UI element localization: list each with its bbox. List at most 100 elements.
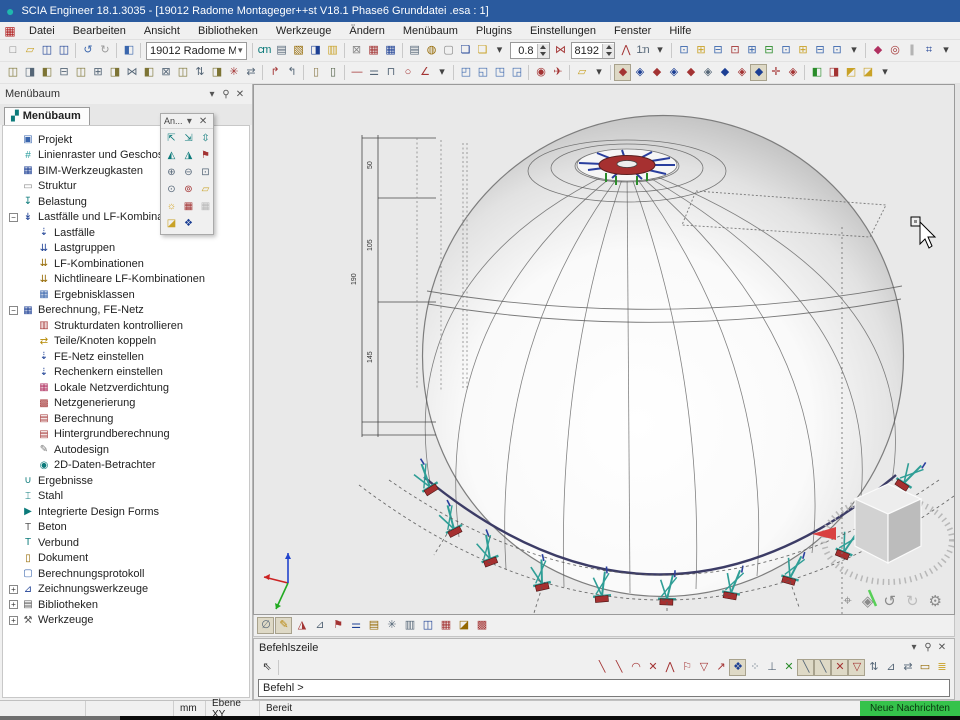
- snap-icon[interactable]: ↗: [712, 659, 729, 676]
- delete-icon[interactable]: ⊠: [348, 42, 365, 59]
- tree-expander[interactable]: [25, 337, 34, 346]
- tree-item[interactable]: ◉ 2D-Daten-Betrachter: [25, 458, 249, 474]
- toolbar-icon[interactable]: ◨: [825, 64, 842, 81]
- paste-icon[interactable]: ▥: [324, 42, 341, 59]
- tree-item[interactable]: ▶ Integrierte Design Forms: [9, 504, 249, 520]
- snap-icon[interactable]: ▽: [695, 659, 712, 676]
- menu-item[interactable]: Ändern: [340, 22, 393, 40]
- toolbar-icon[interactable]: ◪: [859, 64, 876, 81]
- snap-icon[interactable]: ╲: [814, 659, 831, 676]
- toolbar-icon[interactable]: ⊟: [760, 42, 777, 59]
- image-icon[interactable]: ▦: [180, 199, 196, 215]
- spin-up[interactable]: [603, 44, 614, 51]
- tree-item[interactable]: + ⊿ Zeichnungswerkzeuge: [9, 582, 249, 598]
- tree-expander[interactable]: [25, 321, 34, 330]
- copy-icon[interactable]: ◨: [307, 42, 324, 59]
- snap-icon[interactable]: ╲: [593, 659, 610, 676]
- more-dropdown-icon[interactable]: ▾: [876, 64, 893, 81]
- view-x-icon[interactable]: ⇱: [163, 131, 179, 147]
- toolbar-icon[interactable]: ⊟: [811, 42, 828, 59]
- viewport-tool-icon[interactable]: ◫: [419, 617, 436, 634]
- more-dropdown-icon[interactable]: ▾: [651, 42, 668, 59]
- toolbar-icon[interactable]: ⋈: [123, 64, 140, 81]
- tree-expander[interactable]: −: [9, 213, 18, 222]
- toolbar-icon[interactable]: ▯: [307, 64, 324, 81]
- toolbar-icon[interactable]: ▯: [324, 64, 341, 81]
- pin-icon[interactable]: ⚲: [921, 642, 935, 653]
- scale-icon[interactable]: 1:n: [634, 42, 651, 59]
- viewport-tool-icon[interactable]: ▦: [437, 617, 454, 634]
- snap-icon[interactable]: ✕: [780, 659, 797, 676]
- toolbar-icon[interactable]: ◆: [869, 42, 886, 59]
- close-icon[interactable]: ✕: [233, 89, 247, 100]
- tree-item[interactable]: ⇣ Rechenkern einstellen: [25, 365, 249, 381]
- save-all-icon[interactable]: ◫: [38, 42, 55, 59]
- toolbar-icon[interactable]: ◨: [106, 64, 123, 81]
- new-messages-button[interactable]: Neue Nachrichten: [860, 701, 960, 716]
- viewport-tool-icon[interactable]: ⚑: [329, 617, 346, 634]
- toolbar-icon[interactable]: ◆: [648, 64, 665, 81]
- toolbar-icon[interactable]: ⊞: [89, 64, 106, 81]
- tree-expander[interactable]: [25, 275, 34, 284]
- more-dropdown-icon[interactable]: ▾: [433, 64, 450, 81]
- tree-item[interactable]: ▥ Strukturdaten kontrollieren: [25, 318, 249, 334]
- document-icon[interactable]: ▢: [440, 42, 457, 59]
- pin-icon[interactable]: ⚲: [219, 89, 233, 100]
- view-iso2-icon[interactable]: ◮: [180, 148, 196, 164]
- print-icon[interactable]: ▤: [273, 42, 290, 59]
- snap-icon[interactable]: ⊥: [763, 659, 780, 676]
- image-gray-icon[interactable]: ▦: [197, 199, 213, 215]
- tree-expander[interactable]: +: [9, 585, 18, 594]
- table-results-icon[interactable]: ▦: [382, 42, 399, 59]
- tree-expander[interactable]: [25, 430, 34, 439]
- save-icon[interactable]: ◫: [55, 42, 72, 59]
- open-file-icon[interactable]: ▱: [21, 42, 38, 59]
- undo-icon[interactable]: ↺: [79, 42, 96, 59]
- toolbar-icon[interactable]: ⚌: [365, 64, 382, 81]
- toolbar-icon[interactable]: ◨: [208, 64, 225, 81]
- tree-expander[interactable]: [25, 461, 34, 470]
- tree-expander[interactable]: [9, 135, 18, 144]
- mesh-spinner[interactable]: 8192: [571, 42, 615, 59]
- snap-icon[interactable]: ≣: [933, 659, 950, 676]
- tree-expander[interactable]: [25, 259, 34, 268]
- mesh-refine-icon[interactable]: ⋀: [617, 42, 634, 59]
- tree-expander[interactable]: [25, 445, 34, 454]
- toolbar-icon[interactable]: ✛: [767, 64, 784, 81]
- toolbar-icon[interactable]: ◩: [842, 64, 859, 81]
- tree-expander[interactable]: [9, 476, 18, 485]
- tree-expander[interactable]: [9, 151, 18, 160]
- tree-item[interactable]: ▤ Hintergrundberechnung: [25, 427, 249, 443]
- menu-item[interactable]: Datei: [20, 22, 64, 40]
- tree-item[interactable]: ⇊ Lastgruppen: [25, 241, 249, 257]
- layer-icon[interactable]: ▱: [573, 64, 590, 81]
- tree-expander[interactable]: [25, 352, 34, 361]
- toolbar-icon[interactable]: ◎: [886, 42, 903, 59]
- more-dropdown-icon[interactable]: ▾: [937, 42, 954, 59]
- workplane-icon[interactable]: ✈: [549, 64, 566, 81]
- spin-down[interactable]: [538, 51, 549, 58]
- toolbar-icon[interactable]: ⊡: [675, 42, 692, 59]
- menu-item[interactable]: Ansicht: [135, 22, 189, 40]
- redo-icon[interactable]: ↻: [96, 42, 113, 59]
- tree-item[interactable]: ▩ Netzgenerierung: [25, 396, 249, 412]
- document-blue-icon[interactable]: ❏: [457, 42, 474, 59]
- menu-item[interactable]: Fenster: [605, 22, 660, 40]
- tree-expander[interactable]: [9, 197, 18, 206]
- view-y-icon[interactable]: ⇲: [180, 131, 196, 147]
- color-box-icon[interactable]: ◪: [163, 216, 179, 232]
- viewport-tool-icon[interactable]: ✳: [383, 617, 400, 634]
- toolbar-icon[interactable]: ◆: [682, 64, 699, 81]
- toolbar-icon[interactable]: ◳: [491, 64, 508, 81]
- tree-item[interactable]: ⇊ Nichtlineare LF-Kombinationen: [25, 272, 249, 288]
- toolbar-icon[interactable]: ○: [399, 64, 416, 81]
- toolbar-icon[interactable]: ✳: [225, 64, 242, 81]
- zoom-window-icon[interactable]: ⊡: [197, 165, 213, 181]
- tree-expander[interactable]: +: [9, 600, 18, 609]
- tree-item[interactable]: ▦ Ergebnisklassen: [25, 287, 249, 303]
- toolbar-icon[interactable]: ◫: [72, 64, 89, 81]
- toolbar-icon[interactable]: ◆: [614, 64, 631, 81]
- menu-item[interactable]: Bibliotheken: [189, 22, 267, 40]
- viewport-tool-icon[interactable]: ⊿: [311, 617, 328, 634]
- toolbar-icon[interactable]: ⊠: [157, 64, 174, 81]
